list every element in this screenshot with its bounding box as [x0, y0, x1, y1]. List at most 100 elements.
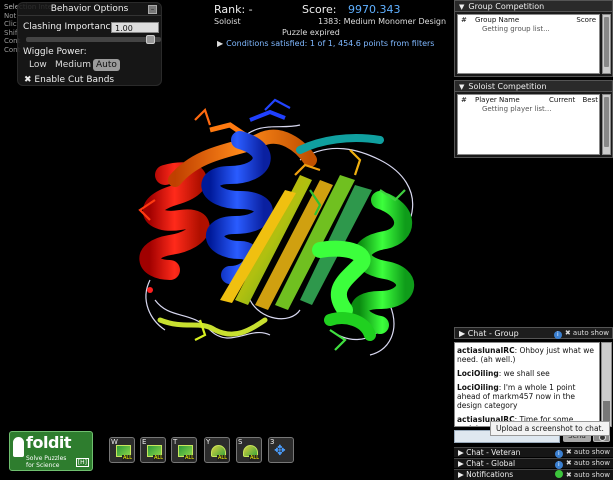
group-list-scrollbar[interactable] — [602, 14, 611, 74]
move-tool-button[interactable]: 3 ✥ — [268, 437, 294, 463]
chat-user[interactable]: LociOiling — [457, 369, 499, 378]
group-col-name: Group Name — [475, 16, 520, 24]
behavior-options-title: Behavior Options — [50, 4, 129, 14]
player-col-current: Current — [549, 96, 576, 104]
notification-status-icon — [554, 470, 563, 478]
wiggle-all-button[interactable]: W ALL — [109, 437, 135, 463]
enable-cut-bands-label: Enable Cut Bands — [34, 75, 115, 85]
chat-log[interactable]: actiaslunaIRC: Ohboy just what we need. … — [454, 342, 600, 427]
conditions-text: Conditions satisfied: 1 of 1, 454.6 poin… — [226, 39, 435, 48]
all-badge: ALL — [184, 455, 195, 461]
info-icon[interactable]: i — [554, 450, 563, 458]
chat-veteran-title: Chat - Veteran — [466, 448, 521, 457]
minimize-icon[interactable]: – — [148, 5, 157, 14]
notifications-title: Notifications — [466, 470, 514, 479]
group-competition-panel: ▼ Group Competition # Group Name Score Ge… — [454, 0, 613, 77]
move-icon: ✥ — [274, 443, 286, 459]
chat-user[interactable]: LociOiling — [457, 383, 499, 392]
shake-sidechains-button[interactable]: S ALL — [236, 437, 262, 463]
collapse-triangle-icon[interactable]: ▼ — [459, 83, 464, 91]
wiggle-power-auto[interactable]: Auto — [93, 59, 120, 71]
player-col-best: Best — [582, 96, 598, 104]
chat-scrollbar[interactable] — [601, 342, 612, 427]
clashing-importance-input[interactable]: 1.00 — [111, 22, 159, 33]
screenshot-tooltip: Upload a screenshot to chat. — [490, 421, 610, 436]
soloist-competition-header[interactable]: ▼ Soloist Competition — [455, 81, 612, 92]
wiggle-power-label: Wiggle Power: — [23, 47, 87, 57]
player-list-placeholder: Getting player list... — [482, 105, 552, 113]
expand-triangle-icon[interactable]: ▶ — [458, 459, 464, 468]
score-value: 9970.343 — [348, 3, 401, 16]
score-label: Score: — [302, 3, 337, 16]
soloist-competition-panel: ▼ Soloist Competition # Player Name Curre… — [454, 80, 613, 158]
chat-veteran-header[interactable]: ▶ Chat - Veteran i ✖ auto show — [454, 447, 613, 458]
wiggle-power-medium[interactable]: Medium — [52, 59, 94, 71]
all-badge: ALL — [217, 455, 228, 461]
hotkey-label: Y — [206, 438, 211, 446]
logo-hotkey: [H] — [75, 458, 89, 467]
player-list[interactable]: # Player Name Current Best Getting playe… — [457, 94, 600, 155]
auto-show-label: auto show — [573, 448, 610, 456]
expand-triangle-icon[interactable]: ▶ — [217, 39, 223, 48]
chat-user[interactable]: actiaslunaIRC — [457, 346, 515, 355]
behavior-options-header[interactable]: Behavior Options – — [18, 3, 161, 16]
player-list-scrollbar[interactable] — [602, 94, 611, 155]
puzzle-status: Puzzle expired — [282, 28, 340, 37]
soloist-competition-title: Soloist Competition — [468, 82, 547, 91]
group-competition-title: Group Competition — [468, 2, 545, 11]
chat-group-header[interactable]: ▶ Chat - Group i ✖ auto show — [454, 327, 613, 339]
close-x-icon[interactable]: ✖ — [566, 448, 574, 456]
hotkey-label: T — [173, 438, 178, 446]
red-helix — [139, 162, 210, 293]
chat-message: LociOiling: we shall see — [457, 369, 597, 378]
shake-all-button[interactable]: E ALL — [140, 437, 166, 463]
checkbox-x-icon[interactable]: ✖ — [24, 75, 32, 85]
clashing-importance-slider-thumb[interactable] — [146, 35, 155, 44]
notifications-header[interactable]: ▶ Notifications ✖ auto show — [454, 469, 613, 480]
chat-global-title: Chat - Global — [466, 459, 516, 468]
wiggle-sidechains-button[interactable]: Y ALL — [204, 437, 230, 463]
info-icon[interactable]: i — [554, 461, 563, 469]
player-col-name: Player Name — [475, 96, 520, 104]
conditions-expander[interactable]: ▶ Conditions satisfied: 1 of 1, 454.6 poi… — [217, 39, 434, 48]
chat-message: LociOiling: I'm a whole 1 point ahead of… — [457, 383, 597, 410]
player-col-rank: # — [461, 96, 467, 104]
wiggle-power-low[interactable]: Low — [26, 59, 50, 71]
rank-label: Rank: - — [214, 3, 253, 16]
clashing-importance-label: Clashing Importance: — [23, 22, 120, 32]
close-x-icon[interactable]: ✖ — [566, 471, 574, 479]
close-x-icon[interactable]: ✖ — [565, 329, 573, 337]
group-competition-header[interactable]: ▼ Group Competition — [455, 1, 612, 12]
expand-triangle-icon[interactable]: ▶ — [458, 448, 464, 457]
chat-group-title: Chat - Group — [467, 329, 519, 338]
info-icon[interactable]: i — [553, 331, 562, 339]
logo-name: foldit — [26, 433, 72, 452]
rebuild-all-button[interactable]: T ALL — [171, 437, 197, 463]
clashing-importance-slider[interactable] — [26, 37, 161, 42]
ribbon-icon — [13, 437, 24, 457]
player-role: Soloist — [214, 17, 241, 26]
group-col-score: Score — [576, 16, 596, 24]
group-list[interactable]: # Group Name Score Getting group list... — [457, 14, 600, 74]
all-badge: ALL — [153, 455, 164, 461]
collapse-triangle-icon[interactable]: ▼ — [459, 3, 464, 11]
chat-message: actiaslunaIRC: Ohboy just what we need. … — [457, 346, 597, 364]
all-badge: ALL — [122, 455, 133, 461]
hotkey-label: E — [142, 438, 147, 446]
logo-tagline: Solve Puzzles for Science — [26, 455, 67, 469]
all-badge: ALL — [249, 455, 260, 461]
close-x-icon[interactable]: ✖ — [566, 459, 574, 467]
chat-global-header[interactable]: ▶ Chat - Global i ✖ auto show — [454, 458, 613, 469]
group-list-placeholder: Getting group list... — [482, 25, 550, 33]
auto-show-label: auto show — [573, 459, 610, 467]
expand-triangle-icon[interactable]: ▶ — [459, 329, 465, 338]
foldit-logo[interactable]: foldit Solve Puzzles for Science [H] — [9, 431, 93, 471]
group-col-rank: # — [461, 16, 467, 24]
auto-show-label: auto show — [573, 471, 610, 479]
puzzle-name: 1383: Medium Monomer Design — [318, 17, 447, 26]
enable-cut-bands-toggle[interactable]: ✖ Enable Cut Bands — [24, 75, 114, 85]
behavior-options-panel: Behavior Options – Clashing Importance: … — [17, 2, 162, 86]
hotkey-label: S — [238, 438, 243, 446]
chat-text: : we shall see — [498, 369, 550, 378]
expand-triangle-icon[interactable]: ▶ — [458, 470, 464, 479]
